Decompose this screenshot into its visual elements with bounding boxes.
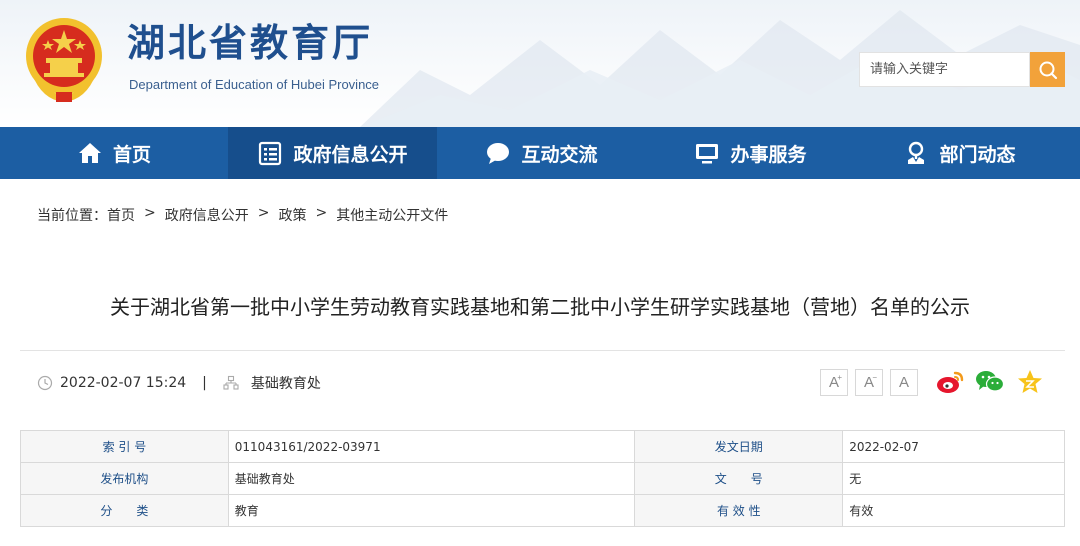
breadcrumb: 当前位置： 首页 > 政府信息公开 > 政策 > 其他主动公开文件 — [37, 205, 448, 225]
clock-icon — [37, 375, 53, 391]
meta-label: 发文日期 — [634, 430, 844, 463]
meta-value: 基础教育处 — [227, 462, 636, 495]
meta-value: 2022-02-07 — [842, 430, 1065, 463]
document-list-icon — [257, 140, 283, 166]
table-row: 发布机构 基础教育处 文 号 无 — [20, 462, 1065, 495]
font-size-increase-button[interactable]: A + — [820, 368, 848, 396]
meta-label: 索 引 号 — [20, 430, 229, 463]
font-button-label: A — [898, 373, 909, 391]
wechat-icon[interactable] — [975, 368, 1005, 396]
breadcrumb-link-government-info[interactable]: 政府信息公开 — [165, 205, 249, 225]
breadcrumb-link-policy[interactable]: 政策 — [278, 205, 306, 225]
home-icon — [77, 140, 103, 166]
location-pin-icon — [903, 140, 929, 166]
national-emblem-logo — [26, 18, 102, 102]
nav-item-label: 政府信息公开 — [293, 143, 408, 166]
plus-icon: + — [837, 372, 842, 382]
breadcrumb-prefix: 当前位置： — [37, 208, 107, 224]
nav-item-home[interactable]: 首页 — [0, 127, 228, 179]
meta-value: 无 — [842, 462, 1065, 495]
nav-item-label: 首页 — [112, 143, 151, 166]
nav-item-label: 互动交流 — [521, 143, 598, 166]
nav-item-services[interactable]: 办事服务 — [646, 127, 855, 179]
chat-bubble-icon — [485, 140, 511, 166]
meta-value: 有效 — [842, 494, 1065, 527]
article-info-bar: 2022-02-07 15:24 | 基础教育处 A + A − A — [20, 350, 1065, 412]
search-input[interactable] — [859, 52, 1030, 87]
monitor-icon — [694, 140, 720, 166]
nav-item-interaction[interactable]: 互动交流 — [437, 127, 646, 179]
breadcrumb-link-other-files[interactable]: 其他主动公开文件 — [336, 205, 448, 225]
table-row: 分 类 教育 有 效 性 有效 — [20, 494, 1065, 527]
meta-label: 发布机构 — [20, 462, 229, 495]
organization-icon — [223, 375, 239, 390]
document-meta-table: 索 引 号 011043161/2022-03971 发文日期 2022-02-… — [20, 430, 1065, 527]
meta-value: 011043161/2022-03971 — [227, 430, 636, 463]
meta-divider: | — [202, 375, 207, 391]
site-title: 湖北省教育厅 — [127, 20, 374, 65]
main-nav: 首页 政府信息公开 互动交流 办事服务 部门动态 — [0, 127, 1080, 179]
breadcrumb-separator: > — [257, 205, 270, 221]
site-header: 湖北省教育厅 Department of Education of Hubei … — [0, 0, 1080, 127]
favorite-star-icon[interactable] — [1015, 368, 1045, 396]
article-tools: A + A − A — [820, 368, 1045, 396]
search-icon — [1039, 61, 1057, 79]
article-meta-line: 2022-02-07 15:24 | 基础教育处 — [37, 373, 321, 393]
breadcrumb-separator: > — [315, 205, 328, 221]
meta-value: 教育 — [227, 494, 636, 527]
site-subtitle: Department of Education of Hubei Provinc… — [129, 77, 380, 92]
breadcrumb-separator: > — [144, 205, 156, 221]
meta-label: 有 效 性 — [634, 494, 844, 527]
minus-icon: − — [872, 372, 877, 382]
article-title: 关于湖北省第一批中小学生劳动教育实践基地和第二批中小学生研学实践基地（营地）名单… — [110, 295, 970, 319]
nav-item-label: 办事服务 — [730, 143, 807, 166]
font-size-decrease-button[interactable]: A − — [855, 368, 883, 396]
meta-label: 文 号 — [634, 462, 844, 495]
weibo-icon[interactable] — [935, 368, 965, 396]
publish-source: 基础教育处 — [250, 376, 321, 392]
font-size-reset-button[interactable]: A — [890, 368, 918, 396]
nav-item-department-news[interactable]: 部门动态 — [855, 127, 1064, 179]
nav-item-government-info[interactable]: 政府信息公开 — [228, 127, 437, 179]
meta-label: 分 类 — [20, 494, 229, 527]
search-box — [859, 52, 1065, 87]
publish-datetime: 2022-02-07 15:24 — [60, 375, 187, 391]
nav-item-label: 部门动态 — [939, 143, 1016, 166]
breadcrumb-link-home[interactable]: 首页 — [107, 205, 135, 225]
table-row: 索 引 号 011043161/2022-03971 发文日期 2022-02-… — [20, 430, 1065, 463]
search-button[interactable] — [1030, 52, 1065, 87]
